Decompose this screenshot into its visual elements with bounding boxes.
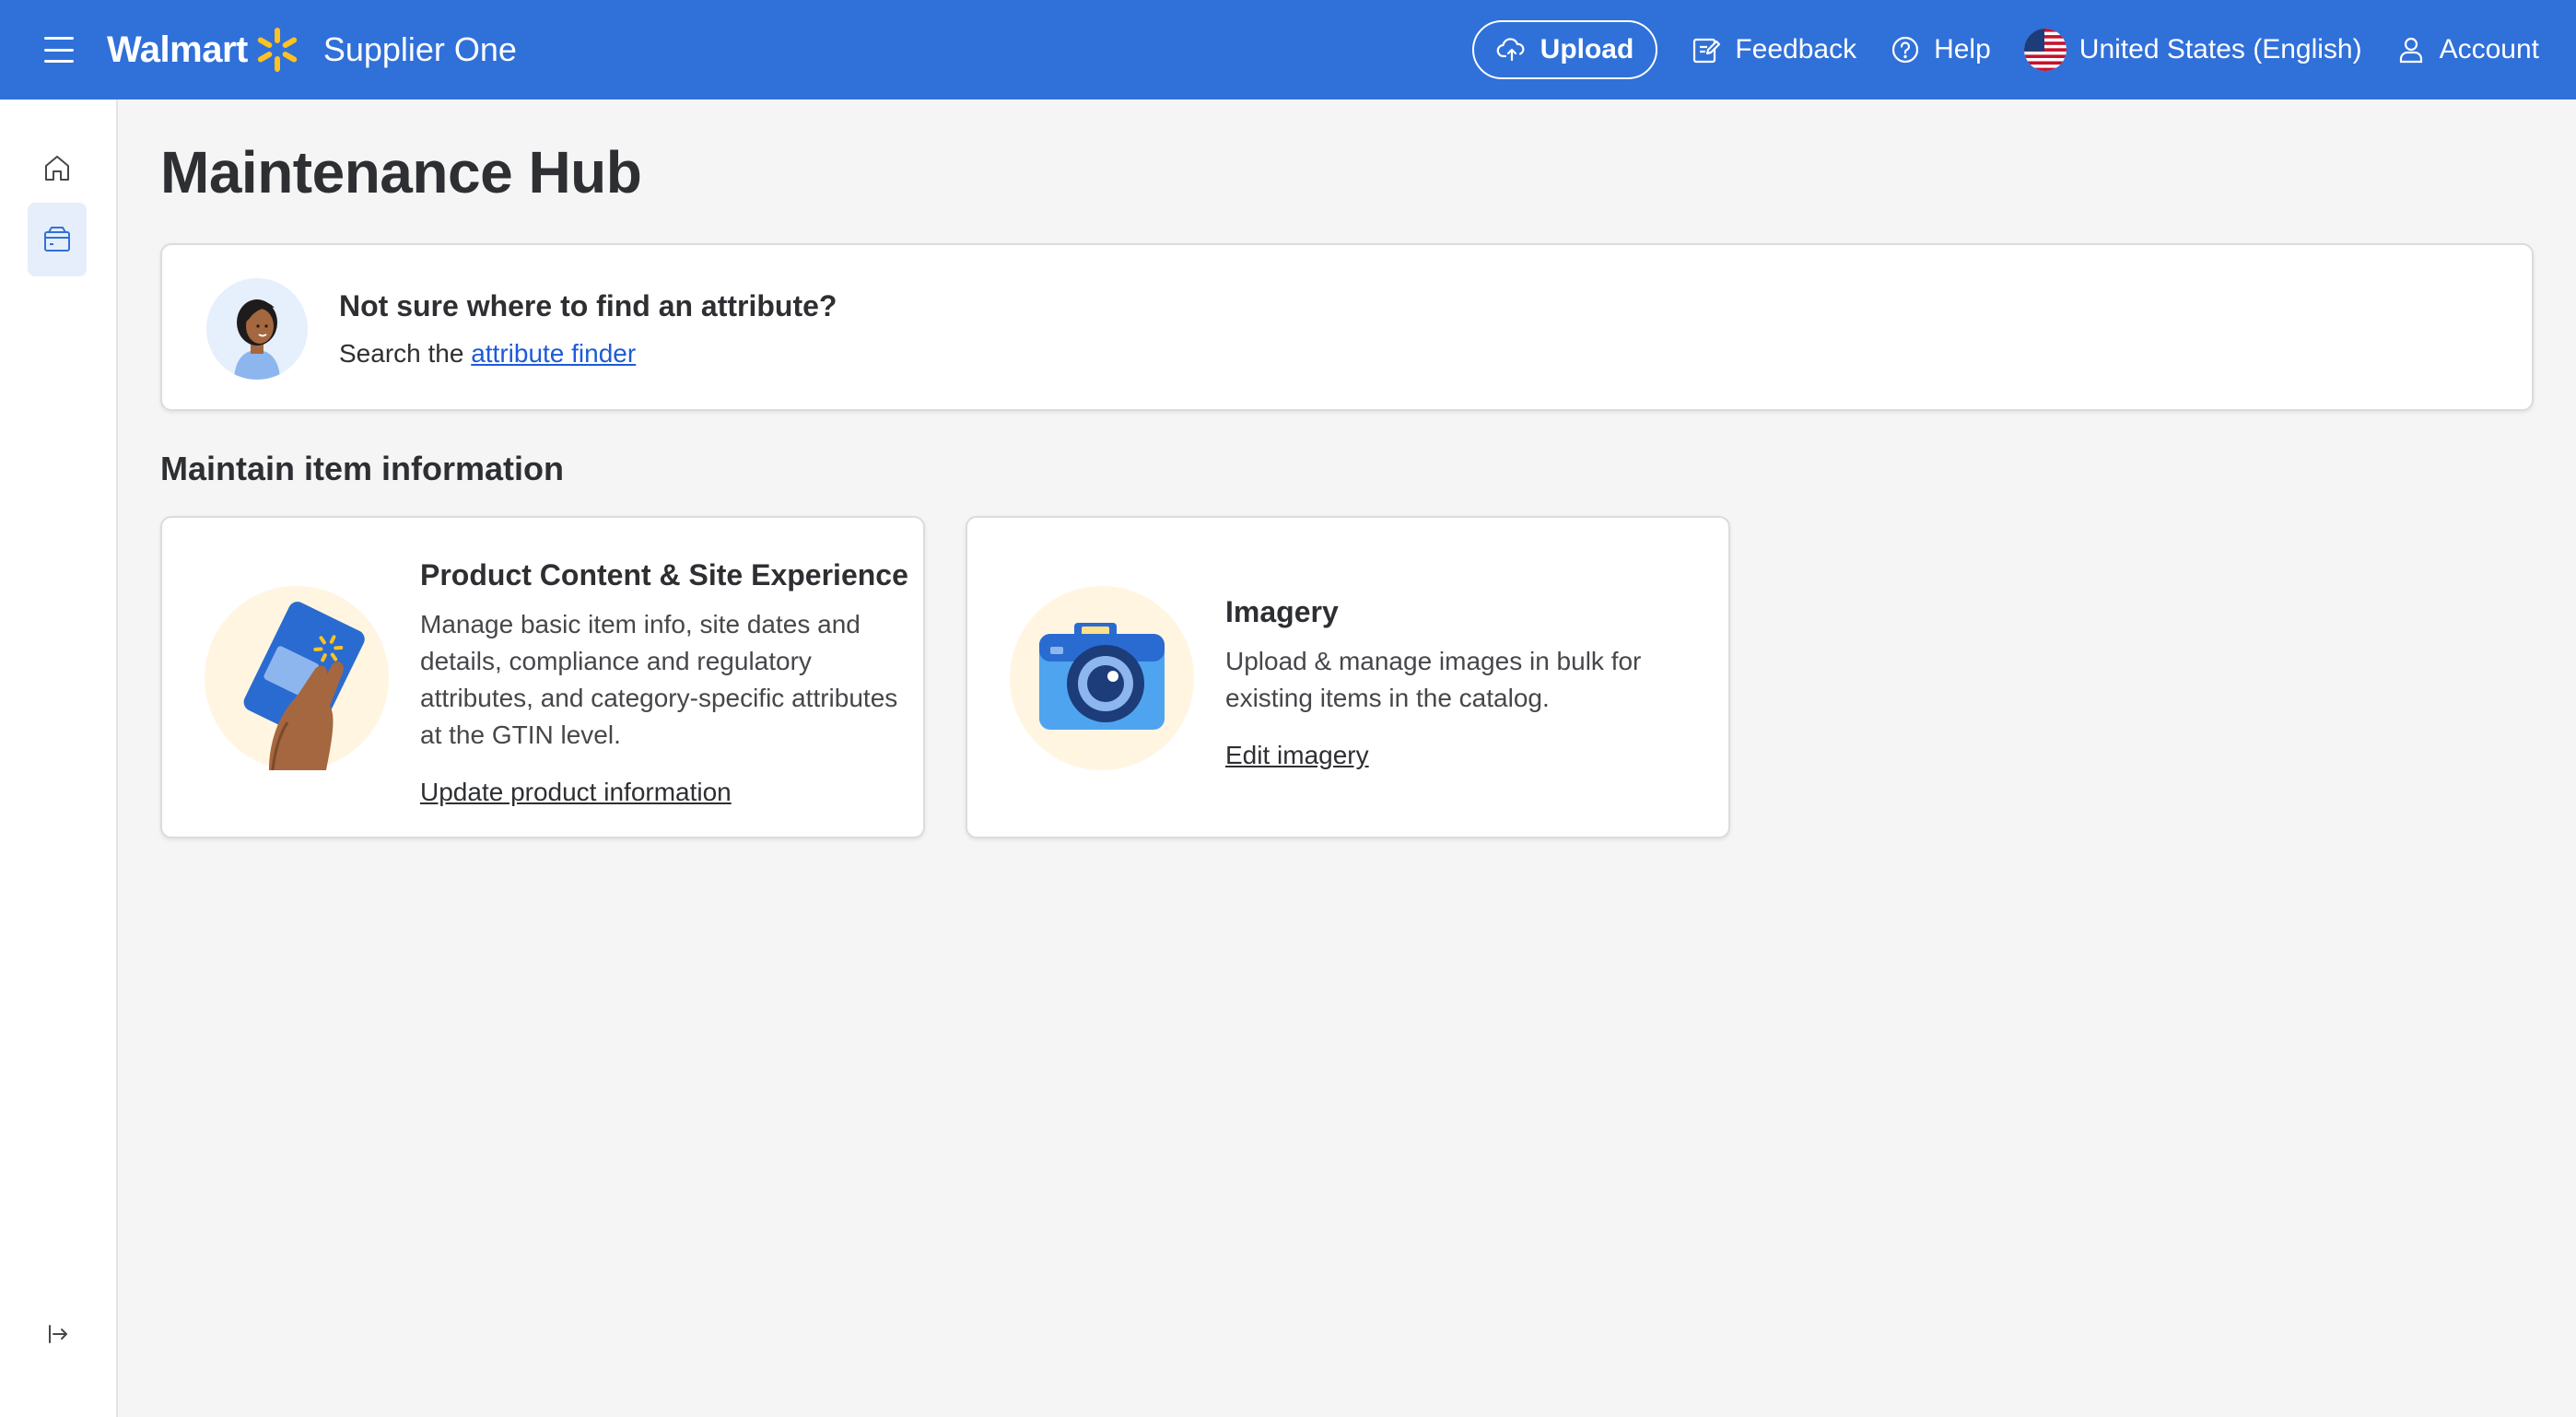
account-menu[interactable]: Account: [2395, 34, 2539, 65]
attribute-finder-title: Not sure where to find an attribute?: [339, 289, 837, 322]
assistant-avatar-illustration: [206, 278, 308, 380]
brand-logo[interactable]: Walmart Supplier One: [107, 20, 517, 79]
sidebar-expand-button[interactable]: [28, 1297, 87, 1371]
attribute-finder-prefix: Search the: [339, 339, 472, 368]
expand-sidebar-icon: [49, 1325, 67, 1343]
section-title: Maintain item information: [160, 450, 565, 487]
header-actions: Upload Feedback Help United States (Engl…: [1471, 17, 2539, 83]
imagery-title: Imagery: [1225, 595, 1339, 628]
page-title: Maintenance Hub: [160, 139, 642, 205]
feedback-icon: [1693, 38, 1721, 64]
cloud-upload-icon: [1496, 38, 1525, 62]
help-icon: [1891, 36, 1919, 64]
feedback-link[interactable]: Feedback: [1691, 34, 1856, 65]
walmart-spark-icon: [257, 28, 298, 72]
feedback-label: Feedback: [1735, 34, 1857, 64]
product-name: Supplier One: [322, 30, 517, 68]
locale-selector[interactable]: United States (English): [2023, 29, 2362, 71]
attribute-finder-card: Not sure where to find an attribute? Sea…: [160, 243, 2534, 411]
account-icon: [2399, 37, 2422, 64]
us-flag-icon: [2023, 29, 2067, 71]
help-link[interactable]: Help: [1890, 34, 1991, 65]
sidebar-item-home[interactable]: [28, 131, 87, 205]
update-product-information-link[interactable]: Update product information: [420, 778, 732, 807]
attribute-finder-link[interactable]: attribute finder: [471, 339, 636, 368]
sidebar-item-items[interactable]: [28, 203, 87, 276]
account-label: Account: [2439, 34, 2539, 64]
home-icon: [45, 156, 69, 181]
menu-icon[interactable]: [41, 31, 77, 68]
item-box-icon: [44, 227, 70, 252]
imagery-tile: Imagery Upload & manage images in bulk f…: [966, 516, 1730, 838]
upload-button-label: Upload: [1540, 34, 1634, 64]
left-sidebar: [0, 100, 118, 1417]
attribute-finder-text: Search the attribute finder: [339, 339, 636, 369]
product-content-tile: Product Content & Site Experience Manage…: [160, 516, 925, 838]
camera-illustration: [1010, 586, 1194, 770]
top-navigation-bar: Walmart Supplier One Upload Feedback Hel…: [0, 0, 2576, 100]
imagery-description: Upload & manage images in bulk for exist…: [1225, 647, 1642, 712]
edit-imagery-link[interactable]: Edit imagery: [1225, 741, 1369, 770]
product-content-title: Product Content & Site Experience: [420, 558, 908, 591]
help-label: Help: [1934, 34, 1991, 64]
brand-wordmark: Walmart: [107, 29, 248, 70]
locale-label: United States (English): [2078, 34, 2362, 64]
upload-button[interactable]: Upload: [1471, 20, 1658, 79]
product-content-description: Manage basic item info, site dates and d…: [420, 610, 898, 749]
phone-hand-illustration: [205, 586, 389, 770]
